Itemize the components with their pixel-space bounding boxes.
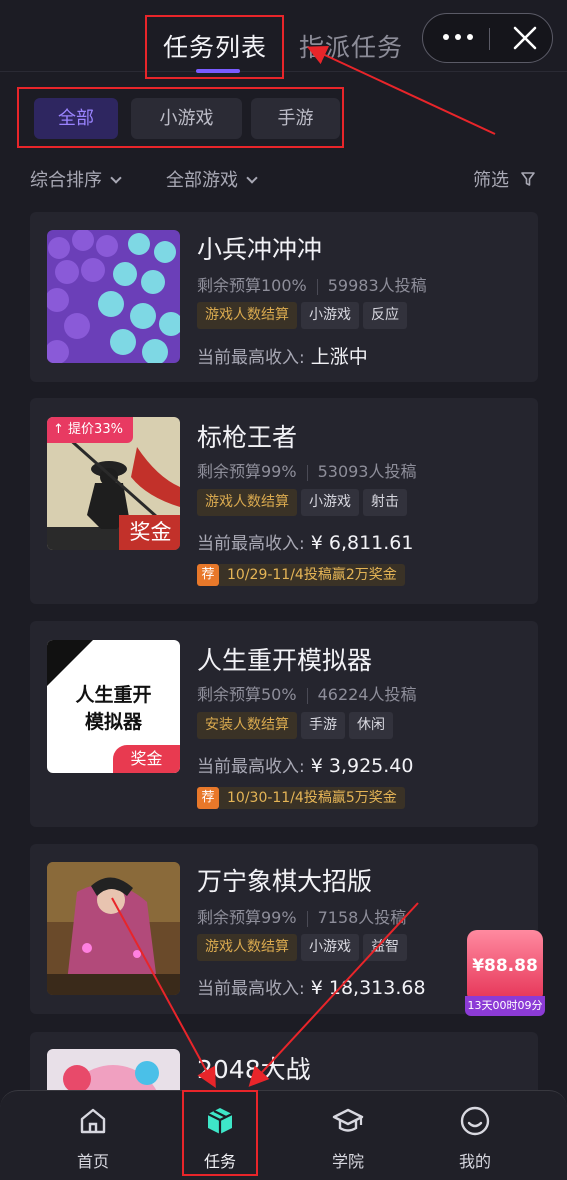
genre-tag: 射击 (363, 489, 407, 516)
more-icon[interactable] (441, 27, 475, 47)
income-value: ¥ 6,811.61 (310, 532, 414, 554)
type-tag: 手游 (301, 712, 345, 739)
card-meta: 剩余预算99% 7158人投稿 (197, 904, 406, 928)
submission-count: 7158人投稿 (317, 908, 407, 927)
home-icon (77, 1105, 109, 1137)
bottom-nav: 首页 任务 学院 我的 (0, 1090, 567, 1180)
settlement-tag: 游戏人数结算 (197, 302, 297, 329)
game-filter-label: 全部游戏 (166, 170, 238, 191)
card-title: 2048大战 (197, 1055, 311, 1084)
boost-label: 提价33% (68, 422, 123, 437)
promo-text: 10/29-11/4投稿赢2万奖金 (219, 564, 405, 586)
task-card[interactable]: 万宁象棋大招版 剩余预算99% 7158人投稿 游戏人数结算 小游戏 益智 当前最高收… (30, 844, 538, 1014)
recommend-badge: 荐 (197, 787, 219, 809)
income-label: 当前最高收入: (197, 534, 305, 554)
task-card[interactable]: 人生重开模拟器 奖金 人生重开模拟器 剩余预算50% 46224人投稿 安装人数结… (30, 621, 538, 827)
promo-banner[interactable]: 荐 10/30-11/4投稿赢5万奖金 (197, 787, 405, 811)
game-thumbnail (47, 862, 180, 995)
meta-divider (306, 910, 308, 927)
meta-divider (306, 464, 308, 481)
submission-count: 53093人投稿 (317, 462, 417, 481)
income-label: 当前最高收入: (197, 979, 305, 999)
nav-label: 学院 (331, 1152, 364, 1171)
card-title: 小兵冲冲冲 (197, 235, 323, 264)
game-thumbnail: 人生重开模拟器 奖金 (47, 640, 180, 773)
card-title: 人生重开模拟器 (197, 646, 373, 675)
tag-list: 游戏人数结算 小游戏 益智 (197, 934, 411, 961)
annotation-box-chips (17, 87, 344, 148)
card-meta: 剩余预算50% 46224人投稿 (197, 681, 416, 705)
nav-label: 我的 (458, 1152, 491, 1171)
budget-text: 剩余预算99% (197, 462, 297, 481)
genre-tag: 休闲 (349, 712, 393, 739)
meta-divider (316, 278, 318, 295)
arrow-up-icon: ↑ (53, 422, 64, 437)
card-meta: 剩余预算100% 59983人投稿 (197, 272, 427, 296)
task-card[interactable]: ↑ 提价33% 奖金 标枪王者 剩余预算99% 53093人投稿 游戏人数结算 小游… (30, 398, 538, 604)
annotation-box-nav (182, 1090, 258, 1176)
chevron-down-icon (110, 172, 122, 184)
funnel-icon (520, 171, 535, 192)
sort-label: 综合排序 (30, 170, 102, 191)
filter-button[interactable]: 筛选 (473, 166, 535, 192)
card-title: 标枪王者 (197, 423, 298, 452)
income-value: ¥ 18,313.68 (310, 977, 426, 999)
income-label: 当前最高收入: (197, 348, 305, 368)
card-meta: 剩余预算99% 53093人投稿 (197, 458, 416, 482)
nav-item-academy[interactable]: 学院 (308, 1091, 388, 1180)
tab-assigned-tasks[interactable]: 指派任务 (299, 28, 403, 64)
settlement-tag: 游戏人数结算 (197, 489, 297, 516)
task-card[interactable]: 小兵冲冲冲 剩余预算100% 59983人投稿 游戏人数结算 小游戏 反应 当前最高收… (30, 212, 538, 382)
price-boost-badge: ↑ 提价33% (47, 417, 133, 443)
settlement-tag: 安装人数结算 (197, 712, 297, 739)
nav-item-profile[interactable]: 我的 (435, 1091, 515, 1180)
promo-banner[interactable]: 荐 10/29-11/4投稿赢2万奖金 (197, 564, 405, 588)
sort-dropdown[interactable]: 综合排序 (30, 166, 122, 192)
tag-list: 游戏人数结算 小游戏 反应 (197, 302, 411, 329)
promo-text: 10/30-11/4投稿赢5万奖金 (219, 787, 405, 809)
annotation-box-tab (145, 15, 284, 79)
filter-label: 筛选 (473, 170, 509, 191)
income-row: 当前最高收入: ¥ 3,925.40 (197, 752, 413, 777)
budget-text: 剩余预算100% (197, 276, 307, 295)
income-value: 上涨中 (310, 346, 368, 368)
game-thumbnail (47, 230, 180, 363)
type-tag: 小游戏 (301, 489, 359, 516)
capsule-divider (489, 28, 490, 50)
thumbnail-title-text: 人生重开模拟器 (75, 684, 152, 733)
bonus-corner-label: 奖金 (129, 520, 172, 544)
income-row: 当前最高收入: ¥ 18,313.68 (197, 974, 426, 999)
nav-item-home[interactable]: 首页 (53, 1091, 133, 1180)
genre-tag: 反应 (363, 302, 407, 329)
game-dropdown[interactable]: 全部游戏 (166, 166, 258, 192)
tag-list: 安装人数结算 手游 休闲 (197, 712, 397, 739)
mini-program-capsule (422, 13, 553, 63)
nav-label: 首页 (76, 1152, 109, 1171)
type-tag: 小游戏 (301, 302, 359, 329)
meta-divider (306, 687, 308, 704)
bonus-corner-label: 奖金 (113, 745, 180, 773)
income-row: 当前最高收入: 上涨中 (197, 342, 368, 369)
budget-text: 剩余预算50% (197, 685, 297, 704)
smile-profile-icon (459, 1105, 491, 1137)
countdown-timer: 13天00时09分 (465, 996, 545, 1016)
income-label: 当前最高收入: (197, 757, 305, 777)
genre-tag: 益智 (363, 934, 407, 961)
submission-count: 46224人投稿 (317, 685, 417, 704)
chevron-down-icon (246, 172, 258, 184)
income-value: ¥ 3,925.40 (310, 755, 414, 777)
academy-cap-icon (332, 1105, 364, 1137)
tag-list: 游戏人数结算 小游戏 射击 (197, 489, 411, 516)
reward-amount: ¥88.88 (472, 956, 538, 976)
budget-text: 剩余预算99% (197, 908, 297, 927)
game-thumbnail: ↑ 提价33% 奖金 (47, 417, 180, 550)
income-row: 当前最高收入: ¥ 6,811.61 (197, 529, 413, 554)
settlement-tag: 游戏人数结算 (197, 934, 297, 961)
recommend-badge: 荐 (197, 564, 219, 586)
red-envelope-reward[interactable]: ¥88.88 13天00时09分 (465, 930, 545, 1018)
close-icon[interactable] (511, 24, 539, 52)
card-title: 万宁象棋大招版 (197, 867, 373, 896)
submission-count: 59983人投稿 (327, 276, 427, 295)
type-tag: 小游戏 (301, 934, 359, 961)
